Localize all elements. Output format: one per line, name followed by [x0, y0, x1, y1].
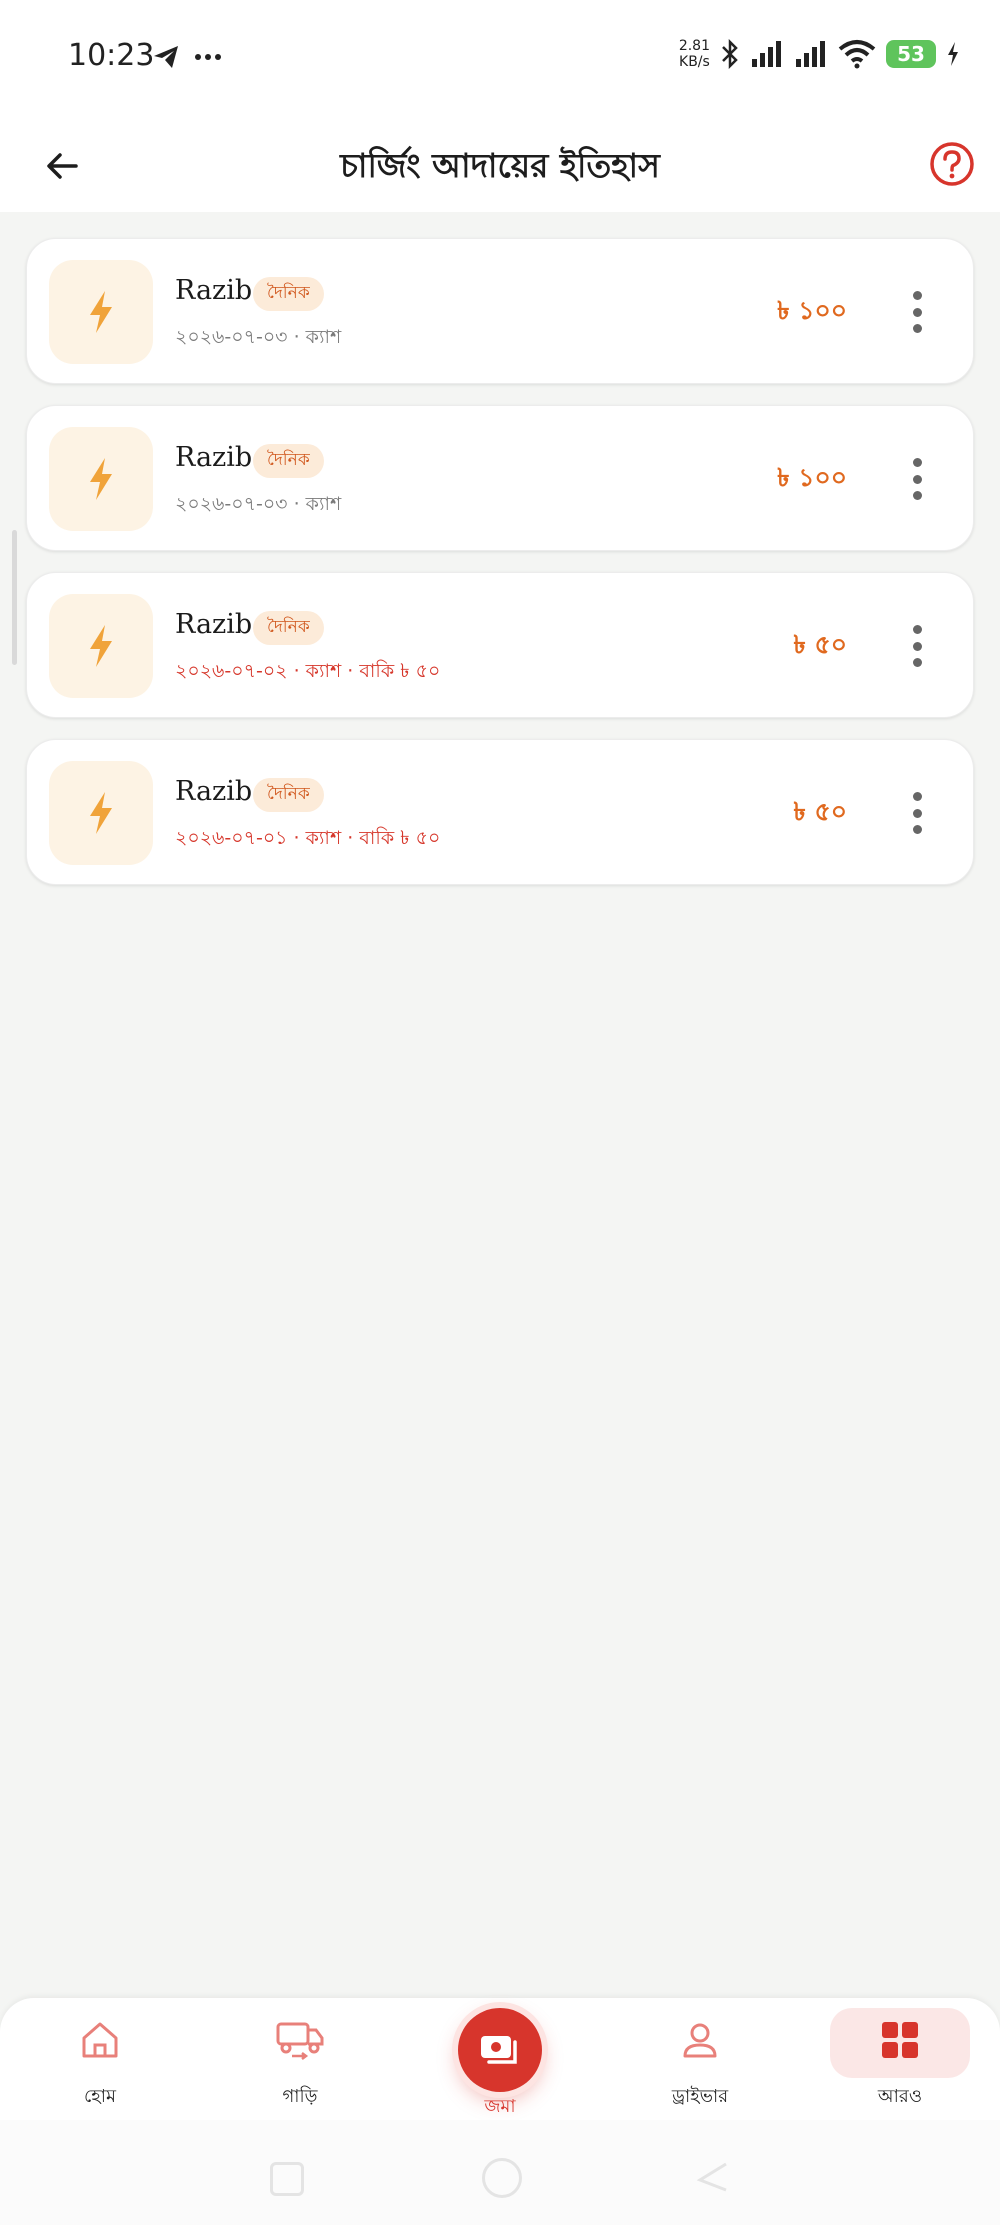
nav-label: ড্রাইভার — [671, 2086, 729, 2107]
wifi-icon — [838, 40, 876, 69]
bolt-icon — [49, 594, 153, 698]
record-details: ২০২৬-০৭-০২ · ক্যাশ · বাকি ৳ ৫০ — [175, 660, 441, 682]
record-details: ২০২৬-০৭-০১ · ক্যাশ · বাকি ৳ ৫০ — [175, 827, 441, 849]
amount: ৳ ৫০ — [793, 797, 847, 826]
vehicle-icon — [276, 2022, 324, 2060]
status-time: 10:23 — [68, 38, 155, 73]
nav-item-vehicle[interactable]: গাড়ি — [230, 1998, 370, 2120]
frequency-badge: দৈনিক — [253, 778, 324, 812]
network-speed: 2.81 KB/s — [678, 38, 710, 70]
more-vert-icon[interactable] — [911, 625, 923, 667]
status-bar: 10:23 2.81 KB/s 53 — [0, 0, 1000, 120]
home-icon — [82, 2022, 118, 2058]
app-header: চার্জিং আদায়ের ইতিহাস — [0, 120, 1000, 212]
list-item[interactable]: Razib দৈনিক ২০২৬-০৭-০৩ · ক্যাশ ৳ ১০০ — [26, 238, 974, 384]
scroll-indicator[interactable] — [12, 530, 17, 665]
nav-item-home[interactable]: হোম — [30, 1998, 170, 2120]
battery-level: 53 — [886, 40, 936, 68]
list-item[interactable]: Razib দৈনিক ২০২৬-০৭-০২ · ক্যাশ · বাকি ৳ … — [26, 572, 974, 718]
list-item[interactable]: Razib দৈনিক ২০২৬-০৭-০৩ · ক্যাশ ৳ ১০০ — [26, 405, 974, 551]
record-details: ২০২৬-০৭-০৩ · ক্যাশ — [175, 326, 342, 348]
deposit-button[interactable] — [458, 2008, 542, 2092]
frequency-badge: দৈনিক — [253, 611, 324, 645]
bolt-icon — [49, 260, 153, 364]
more-vert-icon[interactable] — [911, 291, 923, 333]
charging-icon — [948, 42, 958, 66]
home-gesture-icon[interactable] — [482, 2158, 522, 2198]
back-gesture-icon[interactable] — [696, 2160, 730, 2194]
telegram-icon — [154, 46, 178, 68]
nav-label: জমা — [484, 2096, 516, 2117]
recents-icon[interactable] — [270, 2162, 304, 2196]
charge-history-list: Razib দৈনিক ২০২৬-০৭-০৩ · ক্যাশ ৳ ১০০ Raz… — [26, 238, 974, 906]
bolt-icon — [49, 761, 153, 865]
record-details: ২০২৬-০৭-০৩ · ক্যাশ — [175, 493, 342, 515]
system-navigation-bar — [0, 2120, 1000, 2225]
frequency-badge: দৈনিক — [253, 277, 324, 311]
amount: ৳ ১০০ — [777, 296, 847, 325]
signal-icon — [796, 41, 825, 67]
driver-name: Razib — [175, 275, 253, 306]
driver-name: Razib — [175, 609, 253, 640]
nav-label: গাড়ি — [282, 2086, 318, 2107]
nav-item-driver[interactable]: ড্রাইভার — [630, 1998, 770, 2120]
bolt-icon — [49, 427, 153, 531]
deposit-icon — [481, 2036, 517, 2064]
list-item[interactable]: Razib দৈনিক ২০২৬-০৭-০১ · ক্যাশ · বাকি ৳ … — [26, 739, 974, 885]
driver-name: Razib — [175, 442, 253, 473]
nav-item-more[interactable]: আরও — [830, 1998, 970, 2120]
help-button[interactable] — [928, 140, 976, 188]
signal-icon — [752, 41, 781, 67]
more-vert-icon[interactable] — [911, 792, 923, 834]
grid-icon — [882, 2022, 918, 2058]
bluetooth-icon — [722, 39, 738, 69]
frequency-badge: দৈনিক — [253, 444, 324, 478]
more-dots-icon — [195, 54, 221, 60]
more-vert-icon[interactable] — [911, 458, 923, 500]
nav-label: আরও — [877, 2086, 923, 2107]
amount: ৳ ৫০ — [793, 630, 847, 659]
driver-name: Razib — [175, 776, 253, 807]
driver-icon — [683, 2023, 717, 2058]
page-title: চার্জিং আদায়ের ইতিহাস — [340, 146, 660, 185]
nav-label: হোম — [84, 2086, 116, 2107]
amount: ৳ ১০০ — [777, 463, 847, 492]
help-circle-icon — [930, 142, 974, 186]
